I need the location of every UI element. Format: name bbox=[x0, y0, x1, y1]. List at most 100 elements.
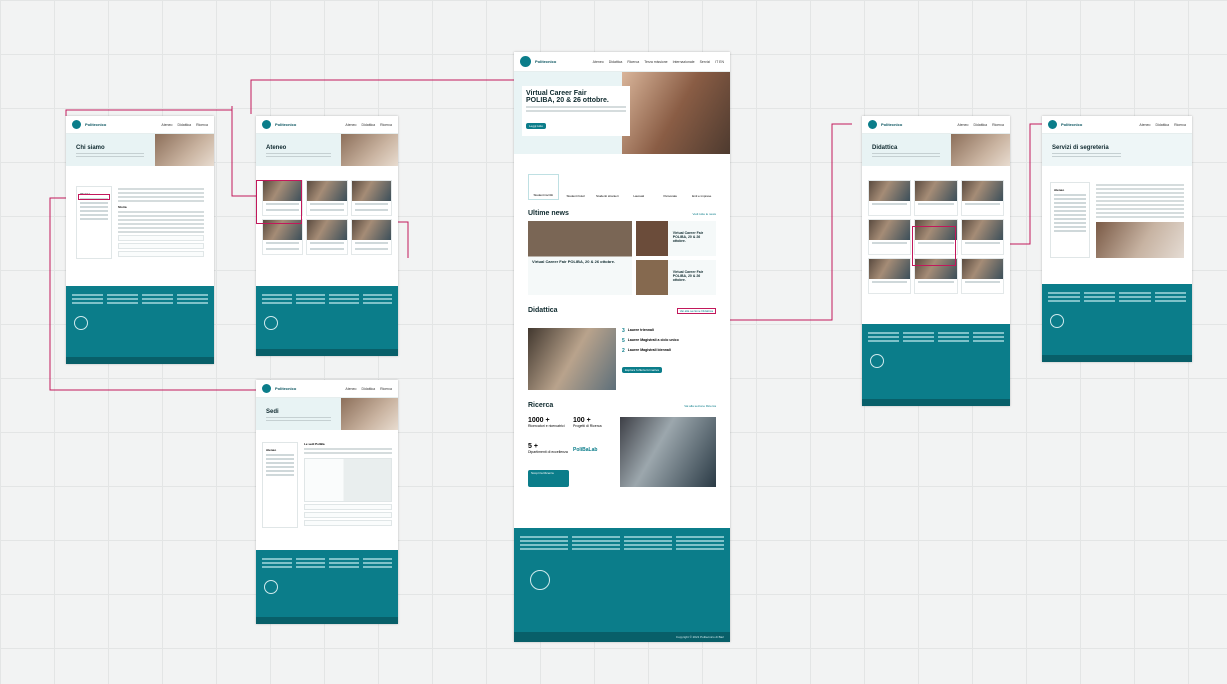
site-footer bbox=[1042, 284, 1192, 362]
page-title: Sedi bbox=[266, 409, 279, 415]
ricerca-link[interactable]: Vai alla sezione Ricerca bbox=[684, 404, 716, 408]
main-nav: Ateneo Didattica Ricerca bbox=[345, 387, 392, 391]
nav-item[interactable]: Ateneo bbox=[957, 123, 968, 127]
site-header: Politecnico Ateneo Didattica Ricerca bbox=[256, 116, 398, 134]
didattica-link[interactable]: Vai alla sezione Didattica bbox=[676, 307, 716, 314]
page-title: Chi siamo bbox=[76, 145, 105, 151]
card[interactable] bbox=[350, 180, 392, 216]
card[interactable] bbox=[960, 258, 1004, 294]
card-sedi[interactable] bbox=[262, 219, 304, 255]
stat-label: Progetti di Ricerca bbox=[573, 424, 602, 428]
quick-link-studenti-stranieri[interactable]: Studenti stranieri bbox=[593, 174, 622, 200]
nav-item[interactable]: Didattica bbox=[362, 123, 376, 127]
hero-button[interactable]: Leggi tutto bbox=[526, 123, 547, 129]
nav-ricerca[interactable]: Ricerca bbox=[627, 60, 639, 64]
accordion-item[interactable] bbox=[118, 235, 204, 241]
hero-text bbox=[266, 417, 332, 423]
nav-item[interactable]: Didattica bbox=[1156, 123, 1170, 127]
hero-photo bbox=[154, 134, 214, 166]
side-menu[interactable]: Ateneo bbox=[1050, 182, 1090, 258]
design-canvas: Politecnico Ateneo Didattica Ricerca Chi… bbox=[0, 0, 1227, 684]
content-area: Ateneo Le sedi PoliBa bbox=[256, 430, 398, 528]
didattica-section: Didattica Vai alla sezione Didattica 3 La… bbox=[514, 301, 730, 396]
card[interactable] bbox=[350, 219, 392, 255]
nav-item[interactable]: Didattica bbox=[178, 123, 192, 127]
news-all-link[interactable]: Vedi tutte le news bbox=[692, 212, 716, 216]
page-hero: Ateneo bbox=[256, 134, 398, 166]
accordion-item[interactable] bbox=[304, 512, 392, 518]
card[interactable] bbox=[868, 258, 912, 294]
quick-link-enti-imprese[interactable]: Enti e imprese bbox=[688, 174, 717, 200]
accordion-item[interactable] bbox=[304, 504, 392, 510]
nav-internazionale[interactable]: Internazionale bbox=[673, 60, 695, 64]
card[interactable] bbox=[960, 180, 1004, 216]
nav-item[interactable]: Ricerca bbox=[196, 123, 208, 127]
card[interactable] bbox=[914, 180, 958, 216]
seal-icon bbox=[74, 316, 88, 330]
quick-link-laureati[interactable]: Laureati bbox=[625, 174, 654, 200]
card[interactable] bbox=[960, 219, 1004, 255]
logo-icon bbox=[72, 120, 81, 129]
ricerca-button[interactable]: Scopri la Ricerca bbox=[528, 469, 569, 487]
main-nav: Ateneo Didattica Ricerca bbox=[345, 123, 392, 127]
degree-item[interactable]: 3 Lauree triennali bbox=[622, 328, 716, 334]
accordion-item[interactable] bbox=[118, 251, 204, 257]
logo-icon bbox=[262, 384, 271, 393]
content-photo bbox=[1096, 222, 1184, 258]
connector-home-didattica bbox=[717, 123, 852, 321]
news-side-card[interactable]: Virtual Career Fair POLIBA, 20 & 26 otto… bbox=[636, 221, 716, 256]
frame-home: Politecnico Ateneo Didattica Ricerca Ter… bbox=[514, 52, 730, 642]
news-title: Ultime news bbox=[528, 210, 569, 217]
offer-button[interactable]: Esplora l'offerta formativa bbox=[622, 367, 662, 373]
card[interactable] bbox=[868, 219, 912, 255]
seal-icon bbox=[530, 570, 550, 590]
nav-item[interactable]: Ricerca bbox=[1174, 123, 1186, 127]
nav-terza-missione[interactable]: Terza missione bbox=[644, 60, 667, 64]
nav-item[interactable]: Ateneo bbox=[345, 123, 356, 127]
language-switch[interactable]: IT EN bbox=[715, 60, 724, 64]
logo-icon bbox=[1048, 120, 1057, 129]
nav-item[interactable]: Ricerca bbox=[380, 123, 392, 127]
brand-name: Politecnico bbox=[881, 121, 903, 127]
nav-item[interactable]: Ateneo bbox=[161, 123, 172, 127]
degree-item[interactable]: 5 Lauree Magistrali a ciclo unico bbox=[622, 338, 716, 344]
highlight-card bbox=[912, 226, 956, 266]
nav-item[interactable]: Didattica bbox=[974, 123, 988, 127]
card[interactable] bbox=[868, 180, 912, 216]
news-side-card[interactable]: Virtual Career Fair POLIBA, 20 & 26 otto… bbox=[636, 260, 716, 295]
brand-name: Politecnico bbox=[275, 385, 297, 391]
main-nav: Ateneo Didattica Ricerca bbox=[161, 123, 208, 127]
quick-link-studenti-iscritti[interactable]: Studenti iscritti bbox=[528, 174, 559, 200]
seal-icon bbox=[1050, 314, 1064, 328]
nav-item[interactable]: Ricerca bbox=[992, 123, 1004, 127]
quick-link-studenti-futuri[interactable]: Studenti futuri bbox=[562, 174, 591, 200]
nav-item[interactable]: Ateneo bbox=[1139, 123, 1150, 127]
highlight-card bbox=[256, 180, 302, 224]
site-header: Politecnico Ateneo Didattica Ricerca bbox=[1042, 116, 1192, 134]
page-hero: Didattica bbox=[862, 134, 1010, 166]
nav-didattica[interactable]: Didattica bbox=[609, 60, 623, 64]
news-main-card[interactable]: Virtual Career Fair POLIBA, 20 & 26 otto… bbox=[528, 221, 632, 295]
nav-item[interactable]: Ateneo bbox=[345, 387, 356, 391]
stat-label: Ricercatori e ricercatrici bbox=[528, 424, 565, 428]
nav-item[interactable]: Ricerca bbox=[380, 387, 392, 391]
map-card[interactable] bbox=[304, 458, 392, 502]
hero-title-line1: Virtual Career Fair bbox=[526, 90, 587, 97]
hero-photo bbox=[341, 134, 398, 166]
ricerca-title: Ricerca bbox=[528, 402, 554, 409]
degree-item[interactable]: 2 Lauree Magistrali biennali bbox=[622, 348, 716, 354]
hero-photo bbox=[341, 398, 398, 430]
accordion-item[interactable] bbox=[118, 243, 204, 249]
nav-ateneo[interactable]: Ateneo bbox=[593, 60, 604, 64]
news-section: Ultime news Vedi tutte le news Virtual C… bbox=[514, 204, 730, 301]
brand-name: Politecnico bbox=[85, 121, 107, 127]
quick-link-personale[interactable]: Personale bbox=[656, 174, 685, 200]
side-menu[interactable]: Ateneo bbox=[262, 442, 298, 528]
card[interactable] bbox=[306, 180, 348, 216]
nav-item[interactable]: Didattica bbox=[362, 387, 376, 391]
accordion-item[interactable] bbox=[304, 520, 392, 526]
nav-servizi[interactable]: Servizi bbox=[700, 60, 711, 64]
brand-name: Politecnico bbox=[1061, 121, 1083, 127]
card[interactable] bbox=[306, 219, 348, 255]
page-hero: Chi siamo bbox=[66, 134, 214, 166]
